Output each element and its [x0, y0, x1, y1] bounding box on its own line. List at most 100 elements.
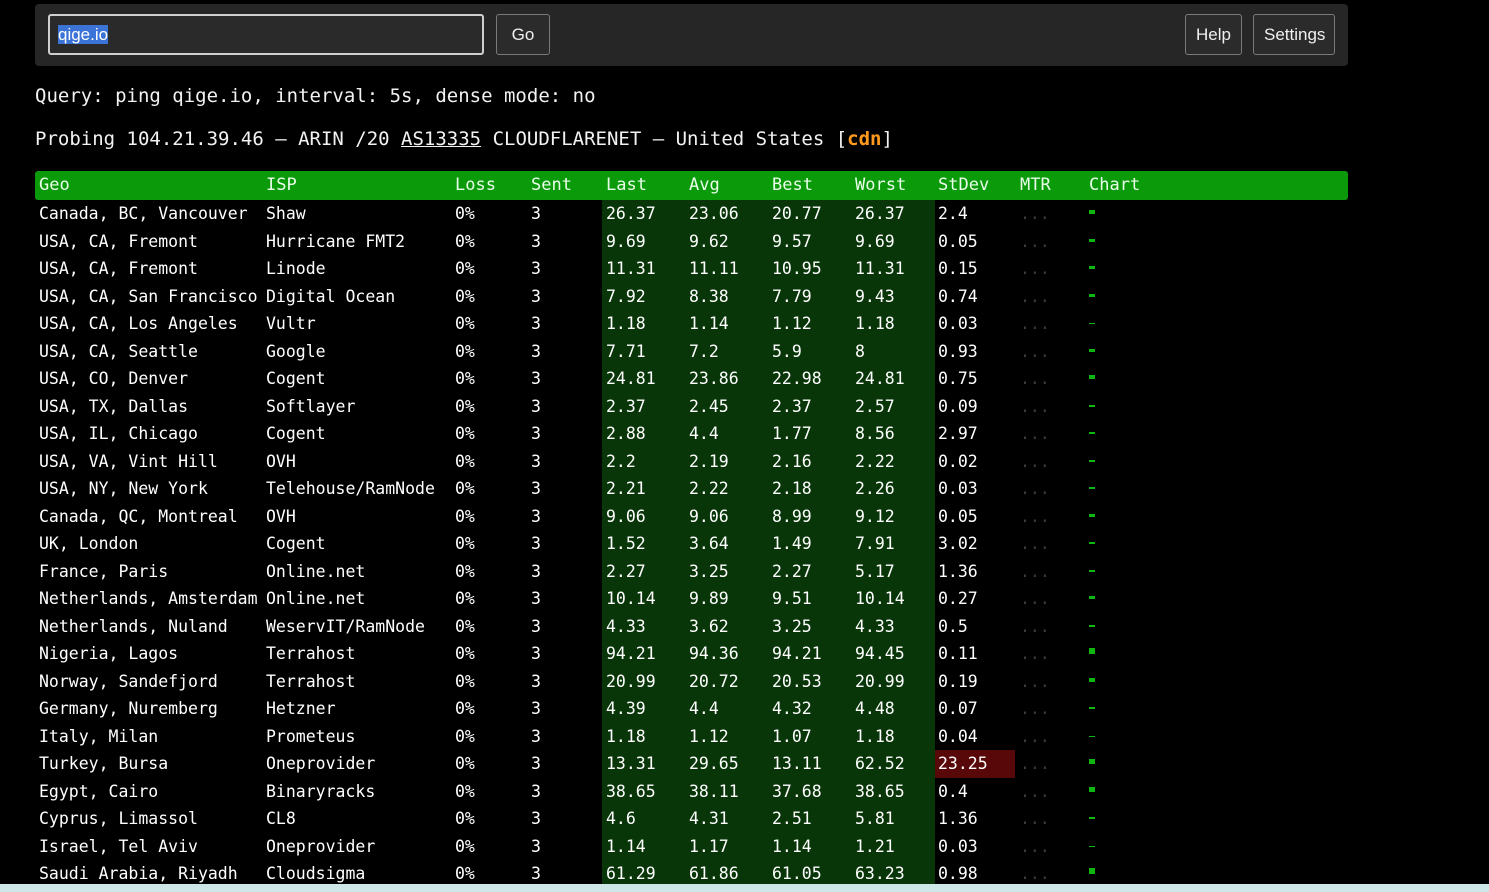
- cell-loss: 0%: [455, 451, 475, 471]
- col-last[interactable]: Last: [606, 175, 647, 195]
- cell-worst: 1.18: [855, 726, 895, 746]
- toolbar: qige.io Go Help Settings: [35, 4, 1348, 66]
- cell-best: 2.18: [772, 479, 812, 498]
- mtr-link[interactable]: ...: [1020, 503, 1050, 531]
- mtr-link[interactable]: ...: [1020, 365, 1050, 393]
- cell-avg: 3.62: [689, 616, 729, 636]
- cell-worst: 1.18: [855, 314, 895, 333]
- cell-last: 10.14: [606, 589, 656, 608]
- mtr-link[interactable]: ...: [1020, 530, 1050, 558]
- chart-bar: [1089, 735, 1095, 737]
- cell-geo: Norway, Sandefjord: [39, 671, 218, 691]
- help-button[interactable]: Help: [1185, 14, 1242, 55]
- cell-last: 4.33: [606, 616, 646, 636]
- col-loss[interactable]: Loss: [455, 175, 496, 195]
- mtr-link[interactable]: ...: [1020, 778, 1050, 806]
- chart-bar: [1089, 487, 1095, 489]
- cell-sent: 3: [531, 671, 541, 691]
- cell-geo: Canada, BC, Vancouver: [39, 204, 248, 223]
- mtr-link[interactable]: ...: [1020, 805, 1050, 833]
- cell-best: 1.14: [772, 836, 812, 856]
- cell-loss: 0%: [455, 506, 475, 526]
- mtr-link[interactable]: ...: [1020, 585, 1050, 613]
- table-row: France, Paris Online.net 0% 3 2.27 3.25 2.27 5.…: [35, 557, 1348, 586]
- mtr-link[interactable]: ...: [1020, 200, 1050, 228]
- mtr-link[interactable]: ...: [1020, 310, 1050, 338]
- mtr-link[interactable]: ...: [1020, 723, 1050, 751]
- cell-geo: USA, CO, Denver: [39, 369, 189, 388]
- col-avg[interactable]: Avg: [689, 175, 720, 195]
- col-geo[interactable]: Geo: [39, 175, 70, 195]
- cell-isp: Oneprovider: [266, 754, 376, 773]
- cell-geo: Germany, Nuremberg: [39, 699, 218, 718]
- mtr-link[interactable]: ...: [1020, 255, 1050, 283]
- mtr-link[interactable]: ...: [1020, 228, 1050, 256]
- cell-loss: 0%: [455, 589, 475, 608]
- mtr-link[interactable]: ...: [1020, 750, 1050, 778]
- cell-best: 2.37: [772, 396, 812, 416]
- col-sent[interactable]: Sent: [531, 175, 572, 195]
- col-mtr[interactable]: MTR: [1020, 175, 1051, 195]
- cell-stdev: 0.09: [938, 396, 978, 416]
- mtr-link[interactable]: ...: [1020, 695, 1050, 723]
- search-input[interactable]: qige.io: [48, 14, 484, 55]
- chart-bar: [1089, 210, 1095, 214]
- chart-bar: [1089, 293, 1095, 297]
- cell-isp: Hetzner: [266, 699, 336, 718]
- cell-worst: 24.81: [855, 369, 905, 388]
- cell-isp: WeservIT/RamNode: [266, 616, 425, 636]
- mtr-link[interactable]: ...: [1020, 668, 1050, 696]
- cell-best: 20.77: [772, 204, 822, 223]
- table-row: USA, CA, Seattle Google 0% 3 7.71 7.2 5.9 8 0.93…: [35, 337, 1348, 366]
- mtr-link[interactable]: ...: [1020, 833, 1050, 861]
- mtr-link[interactable]: ...: [1020, 640, 1050, 668]
- mtr-link[interactable]: ...: [1020, 558, 1050, 586]
- cell-sent: 3: [531, 451, 541, 471]
- mtr-link[interactable]: ...: [1020, 283, 1050, 311]
- cell-worst: 9.12: [855, 506, 895, 526]
- cell-best: 94.21: [772, 644, 822, 663]
- asn-link[interactable]: AS13335: [401, 128, 481, 150]
- cell-loss: 0%: [455, 314, 475, 333]
- cell-sent: 3: [531, 506, 541, 526]
- mtr-link[interactable]: ...: [1020, 338, 1050, 366]
- mtr-link[interactable]: ...: [1020, 420, 1050, 448]
- col-isp[interactable]: ISP: [266, 175, 297, 195]
- cell-best: 20.53: [772, 671, 822, 691]
- cell-stdev: 2.97: [938, 424, 978, 443]
- cell-stdev: 0.75: [938, 369, 978, 388]
- search-input-value[interactable]: qige.io: [58, 25, 109, 44]
- mtr-link[interactable]: ...: [1020, 613, 1050, 641]
- cell-stdev: 0.07: [938, 699, 978, 718]
- chart-bar: [1089, 266, 1095, 269]
- cell-geo: USA, CA, Fremont: [39, 231, 198, 251]
- cell-avg: 11.11: [689, 259, 739, 278]
- cell-geo: Israel, Tel Aviv: [39, 836, 198, 856]
- cell-isp: Binaryracks: [266, 781, 376, 801]
- cell-loss: 0%: [455, 671, 475, 691]
- cell-geo: USA, VA, Vint Hill: [39, 451, 218, 471]
- cell-stdev: 3.02: [938, 534, 978, 553]
- col-best[interactable]: Best: [772, 175, 813, 195]
- cell-best: 1.77: [772, 424, 812, 443]
- cell-stdev: 0.74: [938, 286, 978, 306]
- cell-avg: 4.4: [689, 699, 719, 718]
- cell-isp: Oneprovider: [266, 836, 376, 856]
- settings-button[interactable]: Settings: [1253, 14, 1335, 55]
- cell-geo: France, Paris: [39, 561, 169, 581]
- cell-loss: 0%: [455, 204, 475, 223]
- mtr-link[interactable]: ...: [1020, 393, 1050, 421]
- col-stdev[interactable]: StDev: [938, 175, 989, 195]
- cell-sent: 3: [531, 424, 541, 443]
- cell-avg: 9.62: [689, 231, 729, 251]
- cell-loss: 0%: [455, 699, 475, 718]
- mtr-link[interactable]: ...: [1020, 475, 1050, 503]
- cell-stdev: 0.02: [938, 451, 978, 471]
- cell-stdev: 0.03: [938, 314, 978, 333]
- chart-bar: [1089, 459, 1095, 462]
- cell-geo: Italy, Milan: [39, 726, 159, 746]
- go-button[interactable]: Go: [496, 14, 550, 55]
- col-worst[interactable]: Worst: [855, 175, 906, 195]
- cell-avg: 3.25: [689, 561, 729, 581]
- mtr-link[interactable]: ...: [1020, 448, 1050, 476]
